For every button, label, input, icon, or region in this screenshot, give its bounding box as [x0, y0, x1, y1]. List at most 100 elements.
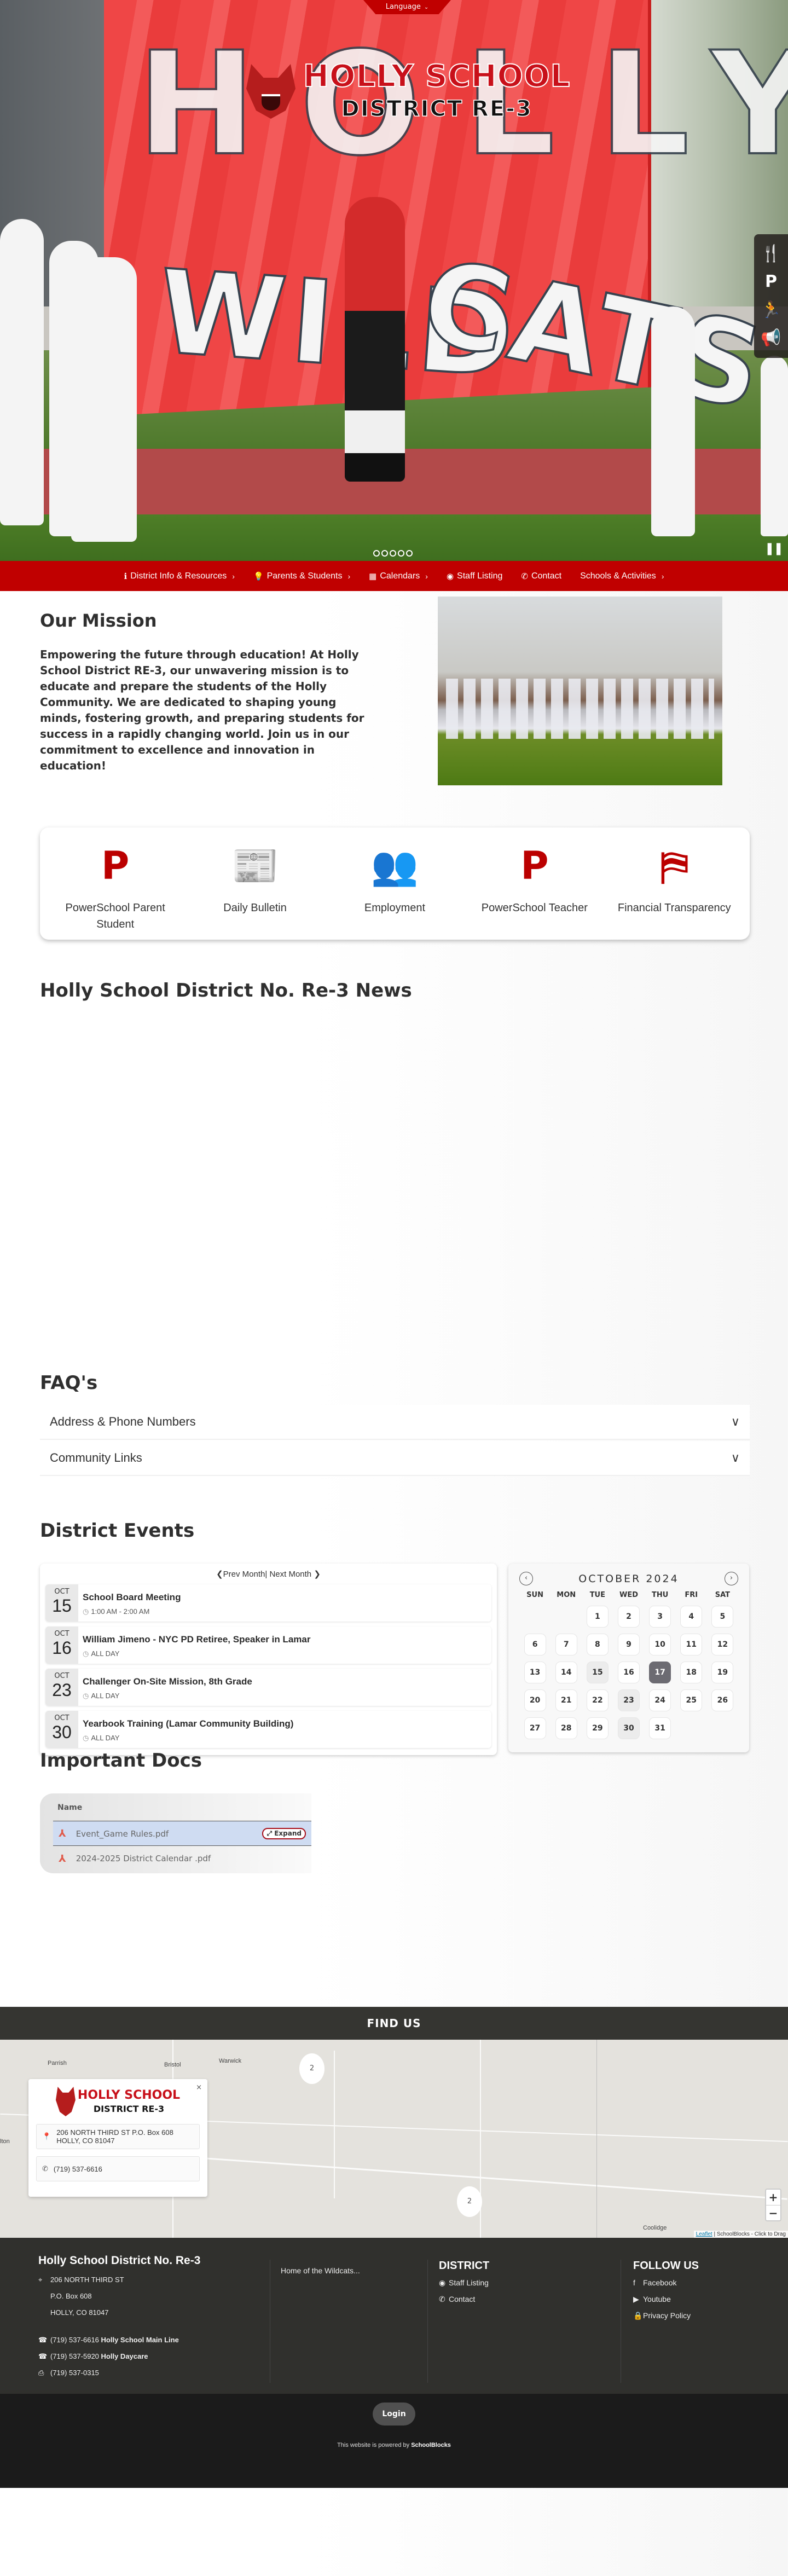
close-popup-button[interactable]: ×: [196, 2083, 202, 2092]
event-item[interactable]: OCT 16 William Jimeno - NYC PD Retiree, S…: [45, 1626, 491, 1664]
calendar-day[interactable]: 30: [617, 1717, 640, 1739]
calendar-day[interactable]: 27: [524, 1717, 546, 1739]
calendar-day[interactable]: 7: [555, 1634, 577, 1655]
calendar-day[interactable]: 12: [711, 1634, 734, 1655]
footer-link-privacy-policy[interactable]: 🔒Privacy Policy: [633, 2307, 699, 2324]
doc-row[interactable]: ⅄ Event_Game Rules.pdf ⤢ Expand: [53, 1821, 311, 1846]
fax-number: (719) 537-0315: [50, 2369, 99, 2377]
calendar-day[interactable]: 29: [586, 1717, 609, 1739]
calendar-day[interactable]: 25: [680, 1689, 703, 1711]
event-item[interactable]: OCT 15 School Board Meeting ◷ 1:00 AM - 2:0…: [45, 1584, 491, 1622]
footer-link-contact[interactable]: ✆ Contact: [439, 2291, 489, 2307]
footer-phone[interactable]: ☎ (719) 537-5920 Holly Daycare: [38, 2348, 200, 2365]
calendar-day-today[interactable]: 17: [649, 1662, 671, 1683]
calendar-day[interactable]: 31: [649, 1717, 671, 1739]
calendar-day[interactable]: 21: [555, 1689, 577, 1711]
calendar-day[interactable]: 16: [617, 1662, 640, 1683]
calendar-prev-button[interactable]: ‹: [519, 1572, 533, 1585]
calendar-day[interactable]: 19: [711, 1662, 734, 1683]
footer-phone[interactable]: ☎ (719) 537-6616 Holly School Main Line: [38, 2332, 200, 2348]
address-line: 206 NORTH THIRD ST: [50, 2276, 124, 2284]
calendar-day[interactable]: 24: [649, 1689, 671, 1711]
powerschool-icon[interactable]: P: [765, 274, 777, 290]
nav-item-schools-activities[interactable]: Schools & Activities ›: [580, 571, 664, 581]
calendar-day[interactable]: 28: [555, 1717, 577, 1739]
event-item[interactable]: OCT 30 Yearbook Training (Lamar Community…: [45, 1711, 491, 1748]
pause-slideshow-button[interactable]: ❚❚: [764, 542, 784, 555]
address-line: P.O. Box 608: [50, 2292, 92, 2300]
slide-dot[interactable]: [390, 550, 396, 557]
location-map[interactable]: Parrish Bristol Warwick Coolidge lton 2 …: [0, 2040, 788, 2238]
megaphone-icon[interactable]: 📢: [761, 330, 781, 346]
calendar-day[interactable]: 20: [524, 1689, 546, 1711]
zoom-out-button[interactable]: −: [766, 2205, 780, 2220]
slide-dot[interactable]: [381, 550, 388, 557]
nav-item-label: Staff Listing: [457, 571, 503, 581]
running-person-icon[interactable]: 🏃: [761, 302, 781, 319]
popup-phone[interactable]: ✆ (719) 537-6616: [36, 2156, 200, 2181]
slide-dot[interactable]: [398, 550, 404, 557]
calendar-day[interactable]: 23: [617, 1689, 640, 1711]
phone-icon: ☎: [38, 2336, 48, 2344]
calendar-day[interactable]: 3: [649, 1606, 671, 1628]
map-cluster-marker[interactable]: 2: [457, 2186, 482, 2217]
quick-link-financial-transparency[interactable]: ⛿ Financial Transparency: [609, 843, 740, 940]
calendar-day[interactable]: 18: [680, 1662, 703, 1683]
nav-item-contact[interactable]: ✆ Contact: [521, 571, 561, 581]
footer-link-facebook[interactable]: f Facebook: [633, 2274, 699, 2291]
faq-accordion-address[interactable]: Address & Phone Numbers ∨: [40, 1405, 750, 1440]
calendar-day[interactable]: 8: [586, 1634, 609, 1655]
calendar-day[interactable]: 2: [617, 1606, 640, 1628]
calendar-day[interactable]: 11: [680, 1634, 703, 1655]
popup-address[interactable]: 📍 206 NORTH THIRD ST P.O. Box 608 HOLLY, …: [36, 2124, 200, 2149]
calendar-day[interactable]: 9: [617, 1634, 640, 1655]
schoolblocks-link[interactable]: SchoolBlocks: [411, 2442, 451, 2448]
calendar-day[interactable]: 4: [680, 1606, 703, 1628]
calendar-day[interactable]: 22: [586, 1689, 609, 1711]
leaflet-link[interactable]: Leaflet: [696, 2231, 712, 2237]
footer-link-staff-listing[interactable]: ◉ Staff Listing: [439, 2274, 489, 2291]
nav-item-staff-listing[interactable]: ◉ Staff Listing: [447, 571, 502, 581]
quick-link-powerschool-teacher[interactable]: P PowerSchool Teacher: [469, 843, 600, 940]
calendar-day[interactable]: 26: [711, 1689, 734, 1711]
calendar-day[interactable]: 15: [586, 1662, 609, 1683]
doc-name: 2024-2025 District Calendar .pdf: [76, 1854, 211, 1863]
site-logo[interactable]: HOLLY SCHOOL DISTRICT RE-3: [241, 61, 570, 122]
expand-button[interactable]: ⤢ Expand: [262, 1827, 306, 1839]
quick-link-powerschool-parent[interactable]: P PowerSchool Parent Student: [50, 843, 181, 940]
zoom-in-button[interactable]: +: [766, 2190, 780, 2205]
weekday-label: MON: [557, 1591, 576, 1599]
login-button[interactable]: Login: [373, 2403, 415, 2426]
column-header-name[interactable]: Name: [53, 1800, 311, 1821]
doc-row[interactable]: ⅄ 2024-2025 District Calendar .pdf: [53, 1846, 311, 1871]
next-month-link[interactable]: Next Month ❯: [267, 1570, 320, 1579]
slide-dot[interactable]: [406, 550, 413, 557]
info-icon: ℹ: [124, 571, 128, 581]
language-label: Language: [385, 3, 421, 11]
fork-knife-icon[interactable]: 🍴: [761, 245, 781, 262]
nav-item-district-info[interactable]: ℹ District Info & Resources ›: [124, 571, 235, 581]
map-cluster-marker[interactable]: 2: [299, 2053, 325, 2084]
calendar-day[interactable]: 10: [649, 1634, 671, 1655]
quick-link-employment[interactable]: 👥 Employment: [329, 843, 460, 940]
calendar-day[interactable]: 1: [586, 1606, 609, 1628]
event-item[interactable]: OCT 23 Challenger On-Site Mission, 8th Gr…: [45, 1669, 491, 1706]
language-selector[interactable]: Language ⌄: [363, 0, 451, 14]
popup-logo-title: HOLLY SCHOOL: [77, 2088, 181, 2102]
calendar-day[interactable]: 5: [711, 1606, 734, 1628]
prev-month-link[interactable]: ❮Prev Month: [216, 1570, 265, 1579]
nav-item-calendars[interactable]: ▦ Calendars ›: [369, 571, 428, 581]
calendar-day[interactable]: 14: [555, 1662, 577, 1683]
calendar-next-button[interactable]: ›: [724, 1572, 738, 1585]
mission-title: Our Mission: [40, 610, 157, 631]
calendar-day[interactable]: 13: [524, 1662, 546, 1683]
staff-icon: ◉: [446, 571, 454, 581]
quick-link-daily-bulletin[interactable]: 📰 Daily Bulletin: [189, 843, 321, 940]
faq-accordion-community-links[interactable]: Community Links ∨: [40, 1441, 750, 1476]
slide-dot[interactable]: [373, 550, 380, 557]
link-label: Facebook: [643, 2278, 677, 2287]
footer-link-youtube[interactable]: ▶ Youtube: [633, 2291, 699, 2307]
nav-item-parents-students[interactable]: 💡 Parents & Students ›: [253, 571, 350, 581]
chevron-down-icon: ∨: [731, 1415, 740, 1429]
calendar-day[interactable]: 6: [524, 1634, 546, 1655]
